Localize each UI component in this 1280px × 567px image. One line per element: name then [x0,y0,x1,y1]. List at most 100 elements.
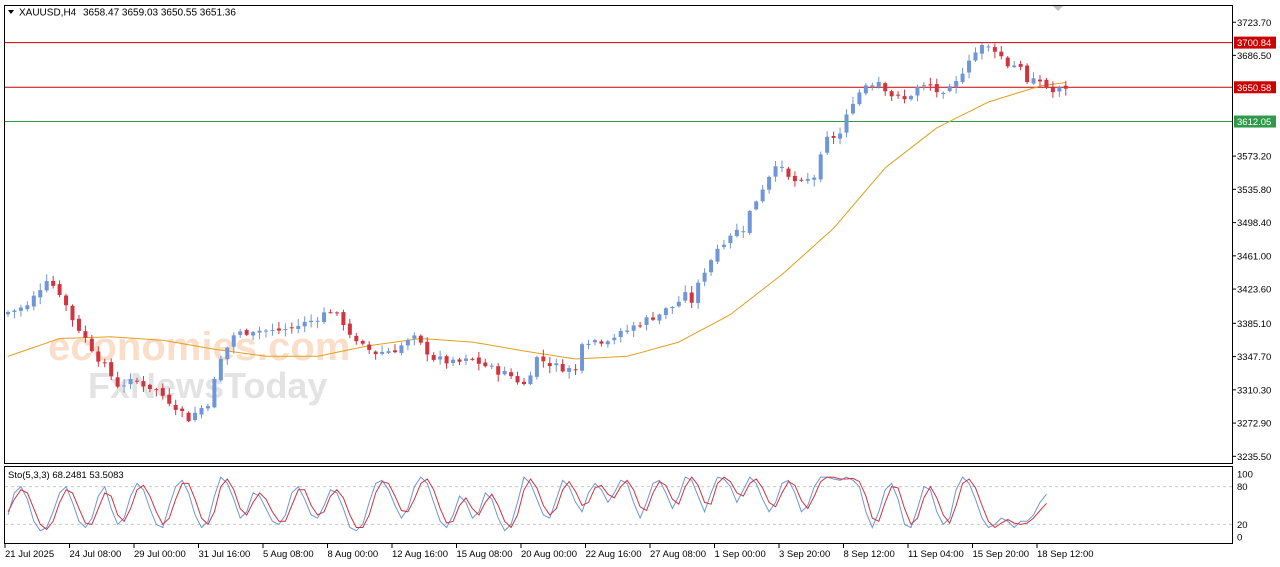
candle-body [470,358,475,360]
candle-body [141,381,146,387]
candle-body [954,81,959,87]
candle-body [244,330,249,335]
candle-body [96,351,101,362]
candle-body [154,389,159,391]
candle-body [51,280,56,286]
price-chart[interactable]: economies.com FxNewsToday XAUUSD,H4 3658… [0,0,1280,567]
price-tick-label: 3573.20 [1237,152,1271,163]
candle-body [1038,79,1042,82]
candle-body [522,381,526,385]
time-tick-label: 15 Sep 20:00 [973,549,1030,560]
price-tick-label: 3535.80 [1237,185,1271,196]
candle-body [644,317,649,325]
time-tick-label: 27 Aug 08:00 [650,549,706,560]
time-tick-label: 18 Sep 12:00 [1037,549,1094,560]
time-tick-label: 11 Sep 04:00 [908,549,964,560]
candle-body [967,60,972,73]
candle-body [283,329,288,331]
candle-body [747,211,752,233]
candle-body [25,305,30,310]
chart-shift-marker-icon[interactable] [1053,6,1063,11]
candle-body [676,301,681,307]
candle-body [1012,65,1017,68]
candle-body [896,94,901,96]
candle-body [257,330,262,333]
candle-body [122,385,127,387]
candle-body [663,308,668,316]
candle-body [760,189,765,202]
candle-body [451,359,456,364]
candle-body [696,282,701,304]
candle-body [457,359,462,362]
time-tick-label: 15 Aug 08:00 [457,549,513,560]
candle-body [83,331,88,338]
candle-body [489,365,494,367]
time-tick-label: 1 Sep 00:00 [715,549,766,560]
candle-body [947,86,952,92]
candle-body [160,388,165,396]
stoch-level-label-80: 80 [1237,482,1248,493]
candle-body [554,363,559,366]
candle-body [167,394,172,404]
candle-body [992,47,997,52]
candle-body [515,376,520,383]
candle-body [728,235,733,244]
candle-body [405,340,410,346]
candle-body [567,368,572,372]
price-tick-label: 3686.50 [1237,51,1271,62]
candle-body [754,201,759,210]
candle-body [135,380,139,382]
candle-body [6,311,10,315]
candle-body [844,114,849,133]
candle-body [863,85,868,94]
candle-body [212,378,217,408]
candle-body [902,96,907,100]
candle-body [638,325,643,327]
candle-body [496,366,501,375]
candle-body [618,330,623,338]
candle-body [534,357,539,377]
candle-body [64,295,69,306]
symbol-menu-triangle-icon[interactable] [8,10,14,14]
price-tick-label: 3347.70 [1237,352,1271,363]
candle-body [838,133,843,139]
price-tick-label: 3498.40 [1237,218,1271,229]
candle-body [586,343,591,346]
candle-body [12,310,17,312]
candle-body [44,281,49,291]
candle-body [651,317,655,320]
candle-body [702,272,707,282]
candle-body [463,358,468,361]
candle-body [76,318,81,331]
candle-body [109,362,114,377]
candle-body [818,154,823,180]
candle-body [560,363,565,372]
candle-body [438,356,443,360]
candle-body [322,312,327,323]
stochastic-panel[interactable] [4,466,1233,544]
candle-body [264,330,268,332]
candle-body [734,229,739,237]
candle-body [193,412,198,421]
candle-body [909,96,913,100]
candle-body [393,350,397,353]
candle-body [792,175,797,182]
candle-body [373,351,378,355]
candle-body [128,378,133,385]
candle-body [238,331,243,335]
candle-body [412,335,417,339]
time-tick-label: 22 Aug 16:00 [586,549,642,560]
candle-body [328,312,333,314]
candle-body [767,176,772,190]
candle-body [831,136,836,138]
candle-body [270,330,275,332]
price-tick-label: 3423.60 [1237,285,1271,296]
candle-body [689,292,694,303]
candle-body [57,284,62,295]
time-tick-label: 3 Sep 20:00 [779,549,830,560]
candle-body [1050,87,1055,93]
candle-body [657,314,662,321]
price-tick-label: 3310.30 [1237,385,1271,396]
time-tick-label: 8 Sep 12:00 [844,549,895,560]
candle-body [986,46,991,48]
